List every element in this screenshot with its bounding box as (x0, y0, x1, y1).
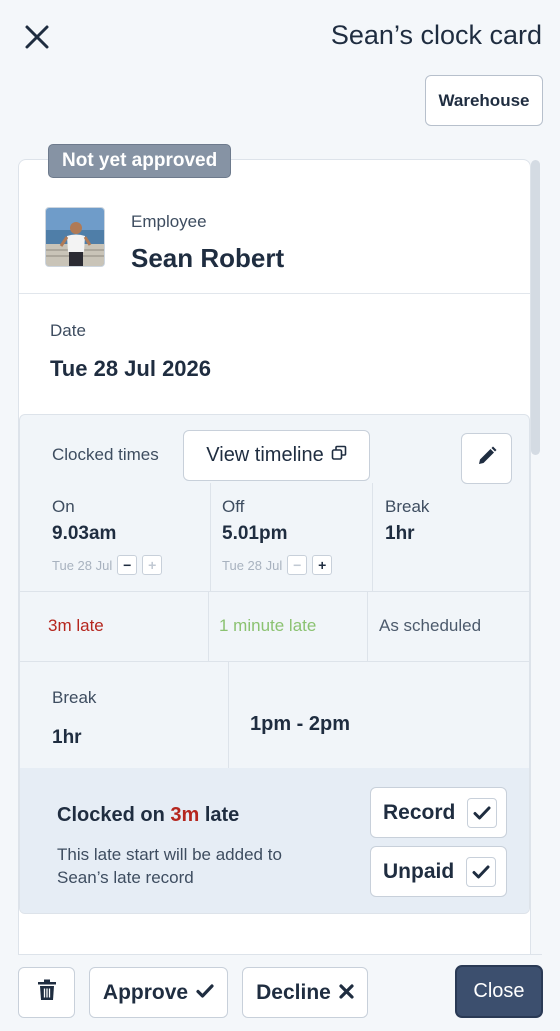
clock-off-column: Off 5.01pm Tue 28 Jul − + (222, 483, 372, 591)
late-notice-suffix: late (204, 804, 240, 826)
view-timeline-button[interactable]: View timeline (183, 430, 370, 481)
clock-on-decrement-button[interactable]: − (117, 555, 138, 575)
employee-section: Employee Sean Robert (19, 160, 530, 294)
clocked-times-label: Clocked times (52, 445, 159, 464)
clock-on-column: On 9.03am Tue 28 Jul − + (52, 483, 202, 591)
divider (20, 661, 529, 662)
record-label: Record (383, 800, 456, 824)
approve-button[interactable]: Approve (89, 967, 228, 1018)
employee-name: Sean Robert (131, 243, 285, 273)
clock-off-increment-button[interactable]: + (312, 555, 333, 575)
cross-icon (339, 981, 354, 1005)
late-notice-description: This late start will be added to Sean’s … (57, 845, 282, 887)
decline-button[interactable]: Decline (242, 967, 368, 1018)
scrollbar[interactable] (531, 160, 540, 455)
divider (208, 591, 209, 661)
clock-on-time: 9.03am (52, 523, 117, 544)
close-icon[interactable] (22, 22, 52, 52)
break-value: 1hr (385, 523, 415, 544)
break-column: Break 1hr (385, 483, 515, 591)
employee-label: Employee (131, 212, 207, 231)
clock-off-time: 5.01pm (222, 523, 288, 544)
approve-label: Approve (102, 980, 189, 1004)
divider (210, 483, 211, 591)
late-notice-prefix: Clocked on (57, 804, 165, 826)
edit-times-button[interactable] (461, 433, 512, 484)
clock-on-date: Tue 28 Jul (52, 557, 113, 573)
clock-off-label: Off (222, 497, 245, 516)
checkmark-icon (467, 797, 498, 828)
delete-button[interactable] (18, 967, 75, 1018)
break-detail-range: 1pm - 2pm (250, 713, 351, 735)
clock-on-increment-button[interactable]: + (142, 555, 163, 575)
trash-icon (37, 979, 57, 1007)
clock-off-decrement-button[interactable]: − (287, 555, 308, 575)
checkmark-icon (196, 981, 214, 1005)
divider (372, 483, 373, 591)
close-button[interactable]: Close (455, 965, 543, 1018)
date-value: Tue 28 Jul 2026 (50, 356, 212, 381)
footer-divider (18, 954, 542, 955)
pencil-icon (476, 445, 498, 472)
divider (228, 661, 229, 768)
date-label: Date (50, 321, 86, 340)
avatar (45, 207, 105, 267)
clock-on-label: On (52, 497, 75, 516)
break-label: Break (385, 497, 430, 516)
clocked-times-panel: Clocked times View timeline On 9.03am Tu… (19, 414, 530, 914)
divider (367, 591, 368, 661)
late-notice-amount: 3m (170, 804, 200, 826)
clock-on-status: 3m late (48, 616, 104, 635)
break-detail-label: Break (52, 688, 97, 707)
break-status: As scheduled (379, 616, 482, 635)
late-notice: Clocked on 3m late This late start will … (20, 768, 529, 913)
date-section: Date Tue 28 Jul 2026 (19, 294, 530, 414)
late-notice-title: Clocked on 3m late (57, 804, 239, 827)
break-detail-value: 1hr (52, 727, 82, 748)
location-button[interactable]: Warehouse (425, 75, 543, 126)
clock-off-status: 1 minute late (219, 616, 317, 635)
unpaid-label: Unpaid (383, 859, 455, 883)
page-title: Sean’s clock card (330, 20, 542, 50)
clock-card: Employee Sean Robert Date Tue 28 Jul 202… (18, 159, 531, 954)
clock-off-date: Tue 28 Jul (222, 557, 283, 573)
checkmark-icon (466, 856, 497, 887)
open-external-icon (331, 444, 347, 467)
status-badge: Not yet approved (48, 144, 232, 178)
record-toggle[interactable]: Record (370, 787, 507, 838)
decline-label: Decline (256, 980, 331, 1004)
view-timeline-label: View timeline (206, 444, 324, 466)
unpaid-toggle[interactable]: Unpaid (370, 846, 507, 897)
